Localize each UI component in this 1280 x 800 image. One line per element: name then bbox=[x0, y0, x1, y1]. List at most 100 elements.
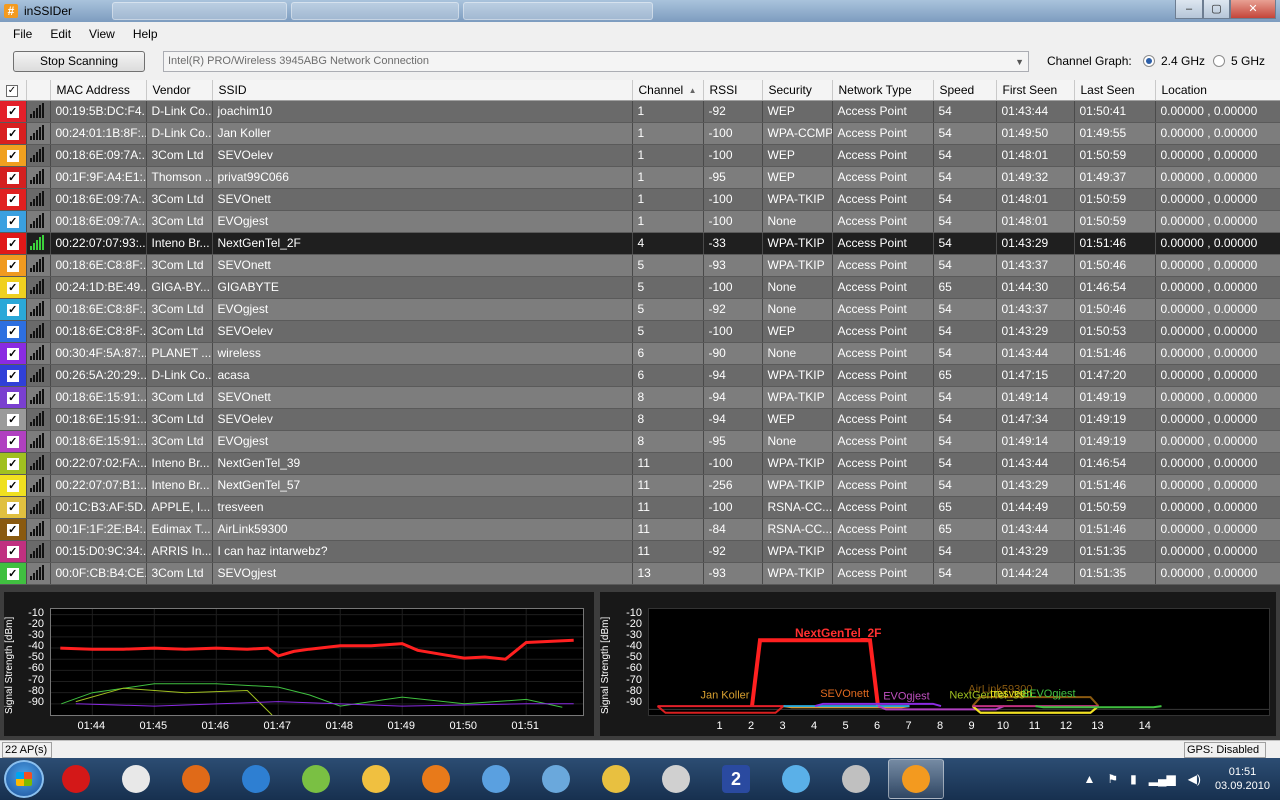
row-color-cell[interactable]: ✓ bbox=[0, 166, 27, 189]
table-row[interactable]: ✓ 00:22:07:02:FA:... Inteno Br... NextGenTe… bbox=[0, 452, 1280, 475]
row-color-cell[interactable]: ✓ bbox=[0, 144, 27, 167]
row-color-cell[interactable]: ✓ bbox=[0, 320, 27, 343]
row-checkbox[interactable]: ✓ bbox=[6, 501, 19, 514]
table-row[interactable]: ✓ 00:19:5B:DC:F4... D-Link Co... joachim10 1… bbox=[0, 100, 1280, 123]
col-network-type[interactable]: Network Type bbox=[832, 80, 934, 101]
col-speed[interactable]: Speed bbox=[933, 80, 997, 101]
row-checkbox[interactable]: ✓ bbox=[6, 237, 19, 250]
row-checkbox[interactable]: ✓ bbox=[6, 523, 19, 536]
row-checkbox[interactable]: ✓ bbox=[6, 281, 19, 294]
table-row[interactable]: ✓ 00:18:6E:C8:8F:... 3Com Ltd SEVOelev 5 -100… bbox=[0, 320, 1280, 343]
row-color-cell[interactable]: ✓ bbox=[0, 408, 27, 431]
band-5ghz-radio[interactable] bbox=[1213, 55, 1225, 67]
taskbar-app-lock-icon[interactable] bbox=[588, 759, 644, 799]
row-checkbox[interactable]: ✓ bbox=[6, 149, 19, 162]
row-checkbox[interactable]: ✓ bbox=[6, 413, 19, 426]
col-location[interactable]: Location bbox=[1155, 80, 1280, 101]
taskbar-app-inssider-icon[interactable] bbox=[888, 759, 944, 799]
table-row[interactable]: ✓ 00:30:4F:5A:87:... PLANET ... wireless 6 -9… bbox=[0, 342, 1280, 365]
col-vendor[interactable]: Vendor bbox=[146, 80, 213, 101]
taskbar-app-messenger-icon[interactable] bbox=[468, 759, 524, 799]
row-checkbox[interactable]: ✓ bbox=[6, 347, 19, 360]
table-row[interactable]: ✓ 00:18:6E:09:7A:... 3Com Ltd SEVOnett 1 -100… bbox=[0, 188, 1280, 211]
row-color-cell[interactable]: ✓ bbox=[0, 100, 27, 123]
row-color-cell[interactable]: ✓ bbox=[0, 276, 27, 299]
col-ssid[interactable]: SSID bbox=[212, 80, 633, 101]
table-row[interactable]: ✓ 00:22:07:07:93:... Inteno Br... NextGenTe… bbox=[0, 232, 1280, 255]
table-row[interactable]: ✓ 00:1F:1F:2E:B4:... Edimax T... AirLink593… bbox=[0, 518, 1280, 541]
col-last-seen[interactable]: Last Seen bbox=[1074, 80, 1156, 101]
row-checkbox[interactable]: ✓ bbox=[6, 127, 19, 140]
table-row[interactable]: ✓ 00:18:6E:15:91:... 3Com Ltd SEVOnett 8 -94 W… bbox=[0, 386, 1280, 409]
taskbar-app-notepad-icon[interactable] bbox=[528, 759, 584, 799]
show-hidden-icons-icon[interactable]: ▲ bbox=[1083, 772, 1095, 786]
row-checkbox[interactable]: ✓ bbox=[6, 435, 19, 448]
row-checkbox[interactable]: ✓ bbox=[6, 567, 19, 580]
action-center-flag-icon[interactable]: ⚑ bbox=[1107, 772, 1118, 786]
background-tab-2[interactable] bbox=[291, 2, 460, 20]
background-tab-3[interactable] bbox=[463, 2, 654, 20]
adapter-select[interactable]: Intel(R) PRO/Wireless 3945ABG Network Co… bbox=[163, 51, 1029, 72]
row-color-cell[interactable]: ✓ bbox=[0, 254, 27, 277]
row-color-cell[interactable]: ✓ bbox=[0, 122, 27, 145]
minimize-button[interactable]: – bbox=[1175, 0, 1203, 19]
row-color-cell[interactable]: ✓ bbox=[0, 342, 27, 365]
row-checkbox[interactable]: ✓ bbox=[6, 171, 19, 184]
menu-view[interactable]: View bbox=[80, 27, 124, 41]
row-color-cell[interactable]: ✓ bbox=[0, 298, 27, 321]
table-row[interactable]: ✓ 00:22:07:07:B1:... Inteno Br... NextGenTe… bbox=[0, 474, 1280, 497]
taskbar-app-spotify-icon[interactable] bbox=[288, 759, 344, 799]
table-row[interactable]: ✓ 00:1C:B3:AF:5D... APPLE, I... tresveen 11-… bbox=[0, 496, 1280, 519]
taskbar-app-chrome-icon[interactable] bbox=[108, 759, 164, 799]
row-color-cell[interactable]: ✓ bbox=[0, 452, 27, 475]
row-color-cell[interactable]: ✓ bbox=[0, 474, 27, 497]
table-row[interactable]: ✓ 00:15:D0:9C:34:... ARRIS In... I can haz … bbox=[0, 540, 1280, 563]
band-24ghz-radio[interactable] bbox=[1143, 55, 1155, 67]
close-button[interactable]: ✕ bbox=[1230, 0, 1276, 19]
menu-file[interactable]: File bbox=[4, 27, 41, 41]
taskbar-app-opera-icon[interactable] bbox=[48, 759, 104, 799]
volume-icon[interactable]: ◀) bbox=[1188, 772, 1201, 786]
row-color-cell[interactable]: ✓ bbox=[0, 540, 27, 563]
taskbar-app-explorer-folder-icon[interactable] bbox=[348, 759, 404, 799]
wifi-signal-icon[interactable]: ▂▄▆ bbox=[1149, 772, 1176, 786]
table-row[interactable]: ✓ 00:24:01:1B:8F:... D-Link Co... Jan Kolle… bbox=[0, 122, 1280, 145]
menu-edit[interactable]: Edit bbox=[41, 27, 80, 41]
battery-icon[interactable]: ▮ bbox=[1130, 772, 1137, 786]
row-color-cell[interactable]: ✓ bbox=[0, 496, 27, 519]
table-row[interactable]: ✓ 00:26:5A:20:29:... D-Link Co... acasa 6 -94… bbox=[0, 364, 1280, 387]
table-row[interactable]: ✓ 00:18:6E:15:91:... 3Com Ltd EVOgjest 8 -95 N… bbox=[0, 430, 1280, 453]
row-checkbox[interactable]: ✓ bbox=[6, 391, 19, 404]
row-checkbox[interactable]: ✓ bbox=[6, 369, 19, 382]
row-checkbox[interactable]: ✓ bbox=[6, 303, 19, 316]
table-row[interactable]: ✓ 00:24:1D:BE:49... GIGA-BY... GIGABYTE 5 -10… bbox=[0, 276, 1280, 299]
table-row[interactable]: ✓ 00:18:6E:C8:8F:... 3Com Ltd EVOgjest 5 -92 N… bbox=[0, 298, 1280, 321]
row-checkbox[interactable]: ✓ bbox=[6, 325, 19, 338]
taskbar-app-calculator-icon[interactable] bbox=[648, 759, 704, 799]
row-checkbox[interactable]: ✓ bbox=[6, 193, 19, 206]
row-color-cell[interactable]: ✓ bbox=[0, 188, 27, 211]
row-color-cell[interactable]: ✓ bbox=[0, 210, 27, 233]
table-row[interactable]: ✓ 00:0F:CB:B4:CE... 3Com Ltd SEVOgjest 13 -93… bbox=[0, 562, 1280, 585]
row-color-cell[interactable]: ✓ bbox=[0, 562, 27, 585]
col-rssi[interactable]: RSSI bbox=[703, 80, 763, 101]
row-checkbox[interactable]: ✓ bbox=[6, 259, 19, 272]
taskbar-app-ie-icon[interactable] bbox=[228, 759, 284, 799]
row-color-cell[interactable]: ✓ bbox=[0, 364, 27, 387]
taskbar-app-app-2-icon[interactable]: 2 bbox=[708, 759, 764, 799]
col-security[interactable]: Security bbox=[762, 80, 833, 101]
col-signal[interactable] bbox=[26, 80, 51, 101]
select-all-checkbox-cell[interactable]: ✓ bbox=[0, 80, 27, 101]
row-checkbox[interactable]: ✓ bbox=[6, 105, 19, 118]
row-color-cell[interactable]: ✓ bbox=[0, 232, 27, 255]
background-tab-1[interactable] bbox=[112, 2, 288, 20]
table-row[interactable]: ✓ 00:18:6E:15:91:... 3Com Ltd SEVOelev 8 -94 W… bbox=[0, 408, 1280, 431]
table-row[interactable]: ✓ 00:18:6E:C8:8F:... 3Com Ltd SEVOnett 5 -93 W… bbox=[0, 254, 1280, 277]
maximize-button[interactable]: ▢ bbox=[1203, 0, 1230, 19]
stop-scanning-button[interactable]: Stop Scanning bbox=[13, 51, 145, 72]
table-row[interactable]: ✓ 00:18:6E:09:7A:... 3Com Ltd SEVOelev 1 -100… bbox=[0, 144, 1280, 167]
menu-help[interactable]: Help bbox=[124, 27, 167, 41]
taskbar-app-itunes-icon[interactable] bbox=[768, 759, 824, 799]
start-button[interactable] bbox=[4, 760, 44, 798]
col-first-seen[interactable]: First Seen bbox=[996, 80, 1075, 101]
